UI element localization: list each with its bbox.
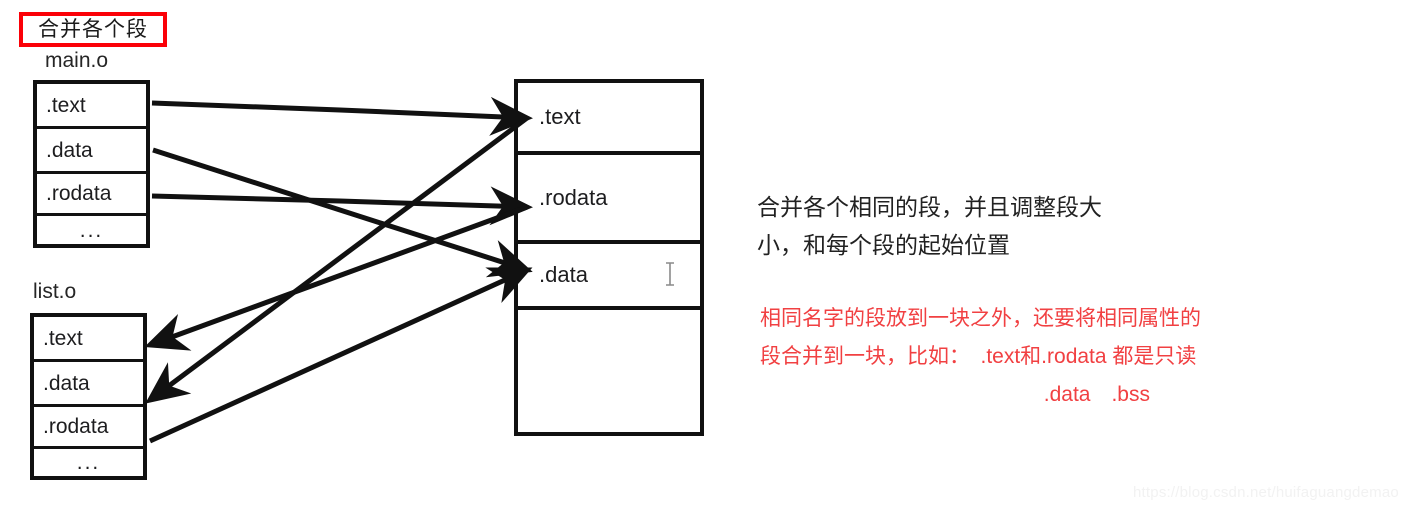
title-box-label: 合并各个段 — [38, 18, 148, 41]
merged-section-rodata: .rodata — [518, 155, 700, 244]
list-o-section-more: ... — [34, 449, 143, 476]
arrow-main-text-to-merged-text — [151, 96, 533, 136]
note-red-line-3: .data .bss — [1043, 383, 1150, 406]
note-black-line-2: 小，和每个段的起始位置 — [757, 232, 1010, 258]
section-label: .data — [46, 138, 93, 162]
arrow-list-rodata-to-merged-data — [148, 267, 533, 444]
note-red-line-2: 段合并到一块，比如： .text和.rodata 都是只读 — [760, 345, 1197, 368]
merged-section-text: .text — [518, 83, 700, 155]
arrow-list-text-to-merged-rodata — [144, 204, 528, 351]
section-label: .data — [43, 371, 90, 395]
section-label: .data — [539, 262, 588, 287]
note-black-line-1: 合并各个相同的段，并且调整段大 — [757, 194, 1102, 220]
main-o-section-more: ... — [37, 216, 146, 244]
list-o-label: list.o — [33, 280, 77, 303]
watermark: https://blog.csdn.net/huifaguangdemao — [1133, 484, 1399, 501]
note-red: 相同名字的段放到一块之外，还要将相同属性的 段合并到一块，比如： .text和.… — [760, 300, 1290, 414]
main-o-section-text: .text — [37, 84, 146, 129]
text-ibeam-cursor — [666, 262, 674, 286]
merged-output-box: .text .rodata .data — [514, 79, 704, 436]
main-o-label: main.o — [45, 49, 109, 72]
main-o-box: .text .data .rodata ... — [33, 80, 150, 248]
arrow-list-data-to-merged-text — [145, 115, 529, 404]
section-label: .rodata — [539, 184, 608, 210]
section-label: .rodata — [43, 415, 109, 438]
section-label: .text — [539, 104, 581, 129]
section-label: .rodata — [46, 182, 112, 205]
section-label: ... — [79, 218, 104, 242]
note-black: 合并各个相同的段，并且调整段大 小，和每个段的起始位置 — [757, 188, 1227, 264]
list-o-section-text: .text — [34, 317, 143, 362]
main-o-section-data: .data — [37, 129, 146, 174]
diagram-canvas: 合并各个段 main.o .text .data .rodata ... lis… — [0, 0, 1415, 518]
list-o-section-data: .data — [34, 362, 143, 407]
section-label: .text — [43, 326, 83, 350]
arrow-main-data-to-merged-data — [152, 147, 533, 278]
section-label: ... — [76, 451, 101, 474]
list-o-box: .text .data .rodata ... — [30, 313, 147, 480]
main-o-section-rodata: .rodata — [37, 174, 146, 216]
arrow-main-rodata-to-merged-rodata — [151, 186, 533, 226]
merged-section-empty — [518, 310, 700, 432]
note-red-line-1: 相同名字的段放到一块之外，还要将相同属性的 — [760, 307, 1201, 330]
title-box: 合并各个段 — [19, 12, 167, 47]
section-label: .text — [46, 93, 86, 117]
list-o-section-rodata: .rodata — [34, 407, 143, 449]
